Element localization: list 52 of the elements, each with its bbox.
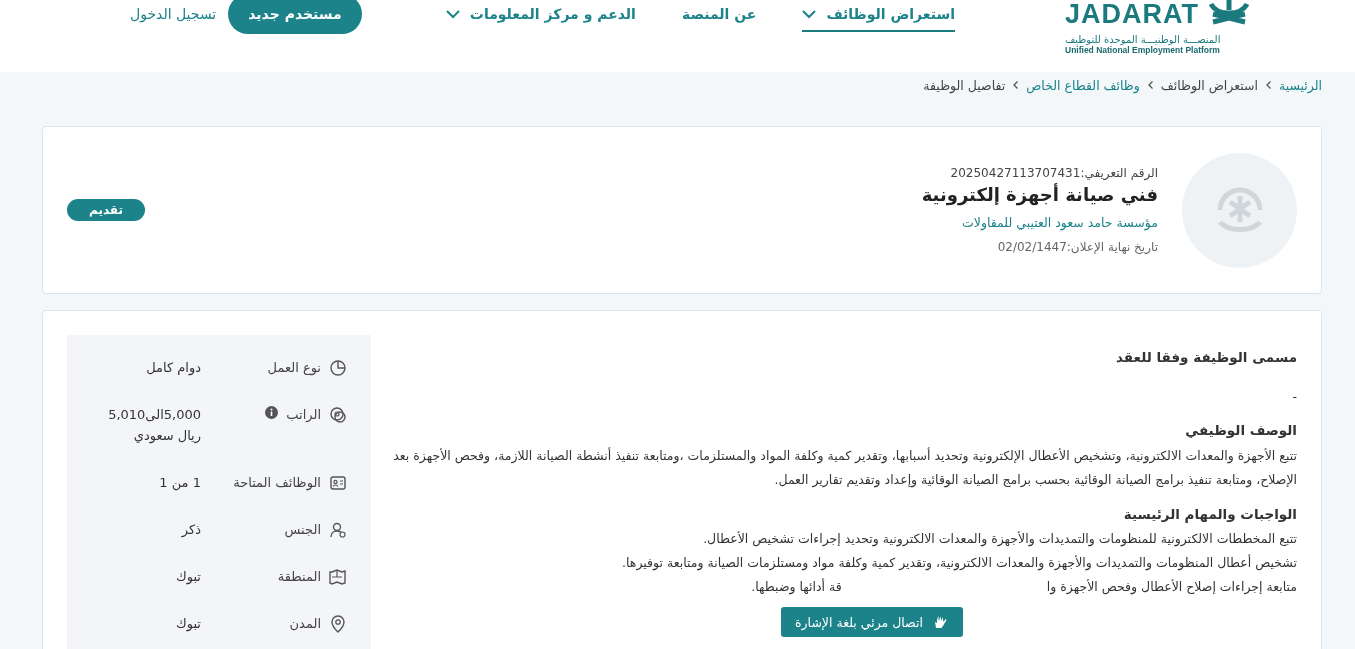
job-reference: الرقم التعريفي:20250427113707431 [949, 166, 1158, 180]
detail-value: دوام كامل [145, 359, 201, 378]
chevron-down-icon [802, 9, 817, 19]
info-icon[interactable] [265, 406, 279, 419]
person-icon [329, 521, 347, 539]
section-text: متابعة إجراءات إصلاح الأعطال وفحص الأجهزة وا [1046, 577, 1297, 597]
detail-label: نوع العمل [267, 359, 321, 378]
detail-value: تبوك [175, 615, 201, 634]
apply-button[interactable]: تقديم [67, 199, 145, 221]
section-text: تتبع الأجهزة والمعدات الالكترونية، وتشخيص الأعطال الإلكترونية وتحديد أسبابها، وتقدير كمية وكلفة المواد والمستلزمات ،ومتابعة تنفيذ أنشطة الصيانة اللازمة، وفحص الأجهزة بعد الإصلاح، ومتابعة تنفيذ برامج الصيانة الوقائية بحسب برامج الصيانة الوقائية وإعداد وتقديم تقارير العمل. [392, 446, 1297, 490]
coins-icon [329, 406, 347, 424]
sign-language-button[interactable]: اتصال مرئي بلغة الإشارة [781, 607, 963, 637]
deadline-text: تاريخ نهاية الإعلان:02/02/1447 [996, 240, 1158, 254]
breadcrumb-item[interactable]: وظائف القطاع الخاص [1026, 77, 1140, 93]
breadcrumb-item[interactable]: الرئيسية [1278, 77, 1322, 93]
section-text: قة أدائها وضبطها. [751, 577, 842, 597]
detail-label: الراتب [286, 406, 321, 424]
nav-link[interactable]: عن المنصة [681, 4, 757, 32]
section-heading: الواجبات والمهام الرئيسية [1122, 504, 1297, 525]
logo-subtitle: Unified National Employment Platform [1065, 45, 1220, 55]
section-text: - [1291, 387, 1297, 406]
nav-link[interactable]: استعراض الوظائف [802, 4, 955, 32]
logo-text: JADARAT [1065, 1, 1199, 28]
detail-label: المدن [289, 615, 321, 633]
section-text: تشخيص أعطال المنظومات والتمديدات والأجهزة والمعدات الالكترونية، وتقدير كمية وكلفة مواد ومستلزمات الصيانة ومتابعة توفيرها. [621, 553, 1297, 573]
login-link[interactable]: تسجيل الدخول [130, 6, 217, 22]
job-title: فني صيانة أجهزة إلكترونية [921, 184, 1158, 205]
chevron-left-icon [1147, 81, 1153, 89]
breadcrumb-item[interactable]: استعراض الوظائف [1160, 77, 1258, 93]
detail-label: المنطقة [277, 568, 321, 586]
company-link[interactable]: مؤسسة حامد سعود العتيبي للمقاولات [921, 215, 1158, 230]
breadcrumb-item[interactable]: تفاصيل الوظيفة [923, 77, 1006, 93]
detail-label: الجنس [284, 521, 321, 540]
register-button[interactable]: مستخدم جديد [228, 0, 362, 34]
logo-subtitle: المنصـــة الوطنيـــة الموحدة للتوظيف [1065, 34, 1221, 45]
detail-value: ذكر [180, 521, 201, 540]
section-heading: مسمى الوظيفة وفقا للعقد [1115, 348, 1297, 367]
hand-icon [932, 614, 949, 630]
detail-value: تبوك [175, 568, 201, 587]
nav-link[interactable]: الدعم و مركز المعلومات [445, 4, 636, 32]
id-card-icon [329, 474, 347, 492]
detail-value: 1 من 1 [158, 474, 201, 493]
section-text: تتبع المخططات الالكترونية للمنظومات والتمديدات والأجهزة والمعدات الالكترونية وتحديد إجراءات تشخيص الأعطال. [702, 530, 1297, 549]
chevron-down-icon [445, 9, 460, 19]
location-pin-icon [329, 615, 347, 633]
chevron-left-icon [1013, 81, 1019, 89]
section-heading: الوصف الوظيفي [1184, 421, 1297, 441]
pie-chart-icon [329, 359, 347, 377]
map-icon [329, 568, 347, 586]
detail-label: الوظائف المتاحة [233, 474, 321, 493]
detail-value: 5,000الى5,010 ريال سعودي [107, 406, 201, 446]
chevron-left-icon [1265, 81, 1271, 89]
